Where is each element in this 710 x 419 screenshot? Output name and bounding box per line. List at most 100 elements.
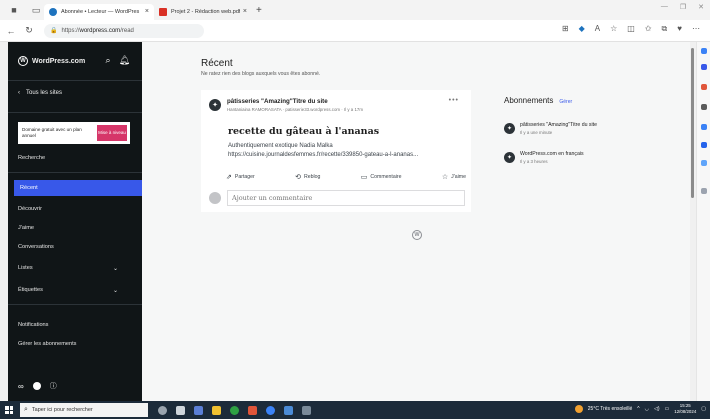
close-window-icon[interactable]: ✕: [698, 3, 704, 11]
sidebar-footer: ∞ ⓘ: [18, 381, 57, 391]
infinity-icon[interactable]: ∞: [18, 382, 24, 391]
weather-sun-icon[interactable]: [574, 404, 583, 413]
more-icon[interactable]: ⋯: [692, 24, 700, 34]
site-globe-icon[interactable]: ✦: [209, 99, 221, 111]
cortana-icon[interactable]: [158, 405, 167, 415]
office-icon[interactable]: [701, 142, 707, 148]
extension-icon[interactable]: ◆: [579, 24, 585, 34]
browser-tab-bar: ■ ▭ Abonnée • Lecteur — WordPres × Proje…: [0, 0, 710, 20]
search-icon[interactable]: [701, 64, 707, 70]
wordpress-favicon-icon: [49, 7, 57, 16]
weather-text[interactable]: 25°C Très ensoleillé: [588, 406, 633, 412]
more-options-icon[interactable]: •••: [449, 97, 459, 104]
notification-bell-icon[interactable]: 🔔︎: [119, 55, 130, 66]
start-button[interactable]: [0, 401, 18, 419]
sidebar-item-manage-subscriptions[interactable]: Gérer les abonnements: [8, 336, 142, 352]
profile-icon[interactable]: ■: [6, 3, 22, 17]
network-icon[interactable]: ◡: [645, 406, 649, 412]
minimize-icon[interactable]: —: [661, 3, 668, 11]
clock[interactable]: 15:25 12/08/2024: [674, 403, 696, 414]
read-aloud-icon[interactable]: A: [595, 24, 600, 34]
file-explorer-icon[interactable]: [212, 405, 221, 415]
edge-icon[interactable]: [266, 405, 275, 415]
outlook-icon[interactable]: [701, 160, 707, 166]
taskbar-search-placeholder: Taper ici pour rechercher: [31, 407, 93, 413]
refresh-icon[interactable]: ↻: [22, 25, 36, 36]
favorites-icon[interactable]: ✩: [645, 24, 652, 34]
tray-chevron-icon[interactable]: ^: [637, 406, 639, 412]
sidebar-item-recent[interactable]: Récent: [14, 180, 142, 196]
sidebar-item-search[interactable]: Recherche: [8, 150, 142, 166]
subscriptions-panel: Abonnements Gérer ✦ pâtisseries "Amazing…: [504, 96, 674, 164]
like-button[interactable]: ☆ J'aime: [442, 173, 466, 181]
comment-input[interactable]: Ajouter un commentaire: [227, 190, 465, 206]
app-icon[interactable]: [302, 405, 311, 415]
search-icon[interactable]: ⌕: [106, 55, 111, 66]
sidebar-item-notifications[interactable]: Notifications: [8, 317, 142, 333]
tab-actions-icon[interactable]: ▭: [28, 3, 44, 17]
sidebar-item-tags[interactable]: Étiquettes ⌄: [8, 282, 142, 298]
store-icon[interactable]: [284, 405, 293, 415]
subscription-item[interactable]: ✦ pâtisseries "Amazing"Titre du site Il …: [504, 122, 597, 135]
manage-subscriptions-link[interactable]: Gérer: [559, 99, 572, 105]
tab-title: Abonnée • Lecteur — WordPres: [61, 8, 140, 15]
help-icon[interactable]: ⓘ: [50, 381, 57, 391]
sidebar-header: W WordPress.com ⌕ 🔔︎: [8, 42, 142, 80]
notification-center-icon[interactable]: ▢: [701, 406, 706, 412]
keyboard-icon[interactable]: ▭: [665, 406, 670, 412]
tab-pdf[interactable]: Projet 2 - Rédaction web.pdf ×: [154, 4, 252, 20]
reblog-button[interactable]: ⟲ Reblog: [295, 173, 320, 181]
app-grid-icon[interactable]: ⊞: [562, 24, 569, 34]
copilot-icon[interactable]: [701, 48, 707, 54]
blog-name[interactable]: pâtisseries "Amazing"Titre du site: [227, 98, 363, 105]
back-icon[interactable]: ←: [4, 26, 18, 36]
split-screen-icon[interactable]: ◫: [627, 24, 635, 34]
restore-icon[interactable]: ❐: [680, 3, 686, 11]
favorite-star-icon[interactable]: ☆: [610, 24, 617, 34]
all-sites-link[interactable]: ‹ Tous les sites: [18, 90, 62, 96]
chevron-down-icon[interactable]: ⌄: [113, 265, 118, 272]
comment-button[interactable]: ▭ Commentaire: [361, 173, 402, 181]
shopping-icon[interactable]: [701, 84, 707, 90]
url-domain: wordpress.com: [79, 27, 121, 34]
subscription-item[interactable]: ✦ WordPress.com en français Il y a 3 heu…: [504, 151, 584, 164]
wordpress-logo-icon[interactable]: W: [18, 56, 28, 66]
page-subtitle: Ne ratez rien des blogs auxquels vous êt…: [201, 71, 321, 77]
new-tab-button[interactable]: +: [256, 5, 262, 16]
subscription-time: Il y a une minute: [520, 130, 553, 135]
chrome-icon[interactable]: [230, 405, 239, 415]
browser-essentials-icon[interactable]: ♥: [677, 24, 682, 34]
volume-icon[interactable]: ◁): [654, 406, 660, 412]
share-button[interactable]: ⇗ Partager: [226, 173, 255, 181]
chevron-down-icon[interactable]: ⌄: [113, 287, 118, 294]
collections-icon[interactable]: ⧉: [662, 24, 668, 34]
task-view-icon[interactable]: [176, 405, 185, 415]
window-controls: — ❐ ✕: [661, 3, 704, 11]
sidebar-item-likes[interactable]: J'aime: [8, 220, 142, 236]
tools-icon[interactable]: [701, 104, 707, 110]
post-title[interactable]: recette du gâteau à l'ananas: [228, 126, 379, 137]
sidebar-item-conversations[interactable]: Conversations: [8, 239, 142, 255]
games-icon[interactable]: [701, 124, 707, 130]
url-field[interactable]: 🔒 https://wordpress.com/read: [44, 23, 204, 38]
divider: [8, 304, 142, 305]
teams-icon[interactable]: [194, 405, 203, 415]
scrollbar-thumb[interactable]: [691, 48, 694, 198]
add-icon[interactable]: [701, 188, 707, 194]
sidebar-item-lists[interactable]: Listes ⌄: [8, 260, 142, 276]
taskbar-search[interactable]: ⌕ Taper ici pour rechercher: [20, 403, 148, 417]
tab-wordpress-reader[interactable]: Abonnée • Lecteur — WordPres ×: [44, 3, 154, 20]
brand-name[interactable]: WordPress.com: [32, 58, 85, 65]
subscriptions-title: Abonnements: [504, 96, 554, 105]
theme-toggle-icon[interactable]: [32, 382, 41, 390]
subscription-name: pâtisseries "Amazing"Titre du site: [520, 122, 598, 128]
chevron-left-icon: ‹: [18, 90, 20, 96]
address-bar-row: ← ↻ 🔒 https://wordpress.com/read ⊞ ◆ A ☆…: [0, 20, 710, 42]
app-icon[interactable]: [248, 405, 257, 415]
windows-logo-icon: [5, 406, 13, 414]
upgrade-button[interactable]: Mise à niveau: [97, 125, 127, 141]
close-tab-icon[interactable]: ×: [145, 8, 149, 15]
post-card[interactable]: ✦ pâtisseries "Amazing"Titre du site Han…: [201, 90, 471, 212]
sidebar-item-discover[interactable]: Découvrir: [8, 201, 142, 217]
close-tab-icon[interactable]: ×: [243, 8, 247, 15]
